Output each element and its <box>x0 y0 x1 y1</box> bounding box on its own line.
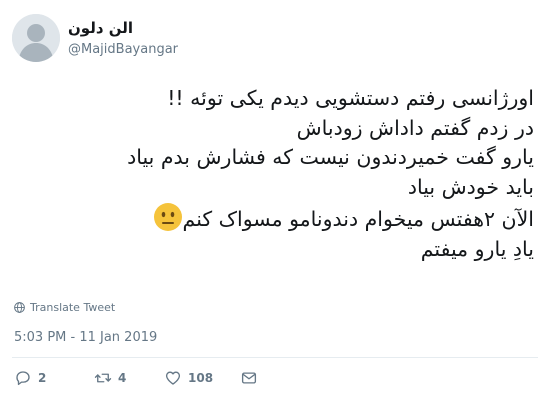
default-avatar-icon <box>12 14 60 62</box>
tweet-header: الن دلون @MajidBayangar <box>12 14 542 66</box>
heart-icon <box>165 371 181 385</box>
like-count: 108 <box>188 371 214 385</box>
tweet-text: اورژانسی رفتم دستشویی دیدم یکی توئه !! د… <box>24 84 534 264</box>
tweet-line: باید خودش بیاد <box>407 174 534 199</box>
reply-icon <box>16 371 30 386</box>
retweet-icon <box>94 373 112 383</box>
like-button[interactable]: 108 <box>164 369 213 387</box>
user-handle[interactable]: @MajidBayangar <box>68 41 178 59</box>
direct-message-button[interactable] <box>240 369 258 387</box>
avatar[interactable] <box>12 14 60 62</box>
neutral-face-emoji-icon <box>153 202 183 232</box>
tweet-line: یارو گفت خمیردندون نیست که فشارش بدم بیا… <box>127 145 534 169</box>
tweet-line: یادِ یارو میفتم <box>420 236 534 261</box>
translate-label: Translate Tweet <box>30 301 116 314</box>
author-names: الن دلون @MajidBayangar <box>68 18 178 59</box>
reply-count: 2 <box>38 371 47 385</box>
retweet-button[interactable]: 4 <box>94 369 126 387</box>
tweet-timestamp[interactable]: 5:03 PM - 11 Jan 2019 <box>14 330 157 345</box>
globe-icon <box>14 302 25 313</box>
tweet-line-with-emoji: الآن ۲هفتس میخوام دندونامو مسواک کنم <box>24 202 534 235</box>
tweet-line: در زدم گفتم داداش زودباش <box>296 115 534 140</box>
retweet-count: 4 <box>118 371 127 385</box>
tweet-line: الآن ۲هفتس میخوام دندونامو مسواک کنم <box>182 207 534 231</box>
envelope-icon <box>241 372 257 384</box>
tweet-actions: 2 4 108 <box>14 369 314 389</box>
reply-button[interactable]: 2 <box>14 369 46 387</box>
translate-tweet-link[interactable]: Translate Tweet <box>14 301 115 314</box>
divider <box>12 357 538 358</box>
display-name[interactable]: الن دلون <box>68 18 178 38</box>
tweet-line: اورژانسی رفتم دستشویی دیدم یکی توئه !! <box>167 86 534 110</box>
